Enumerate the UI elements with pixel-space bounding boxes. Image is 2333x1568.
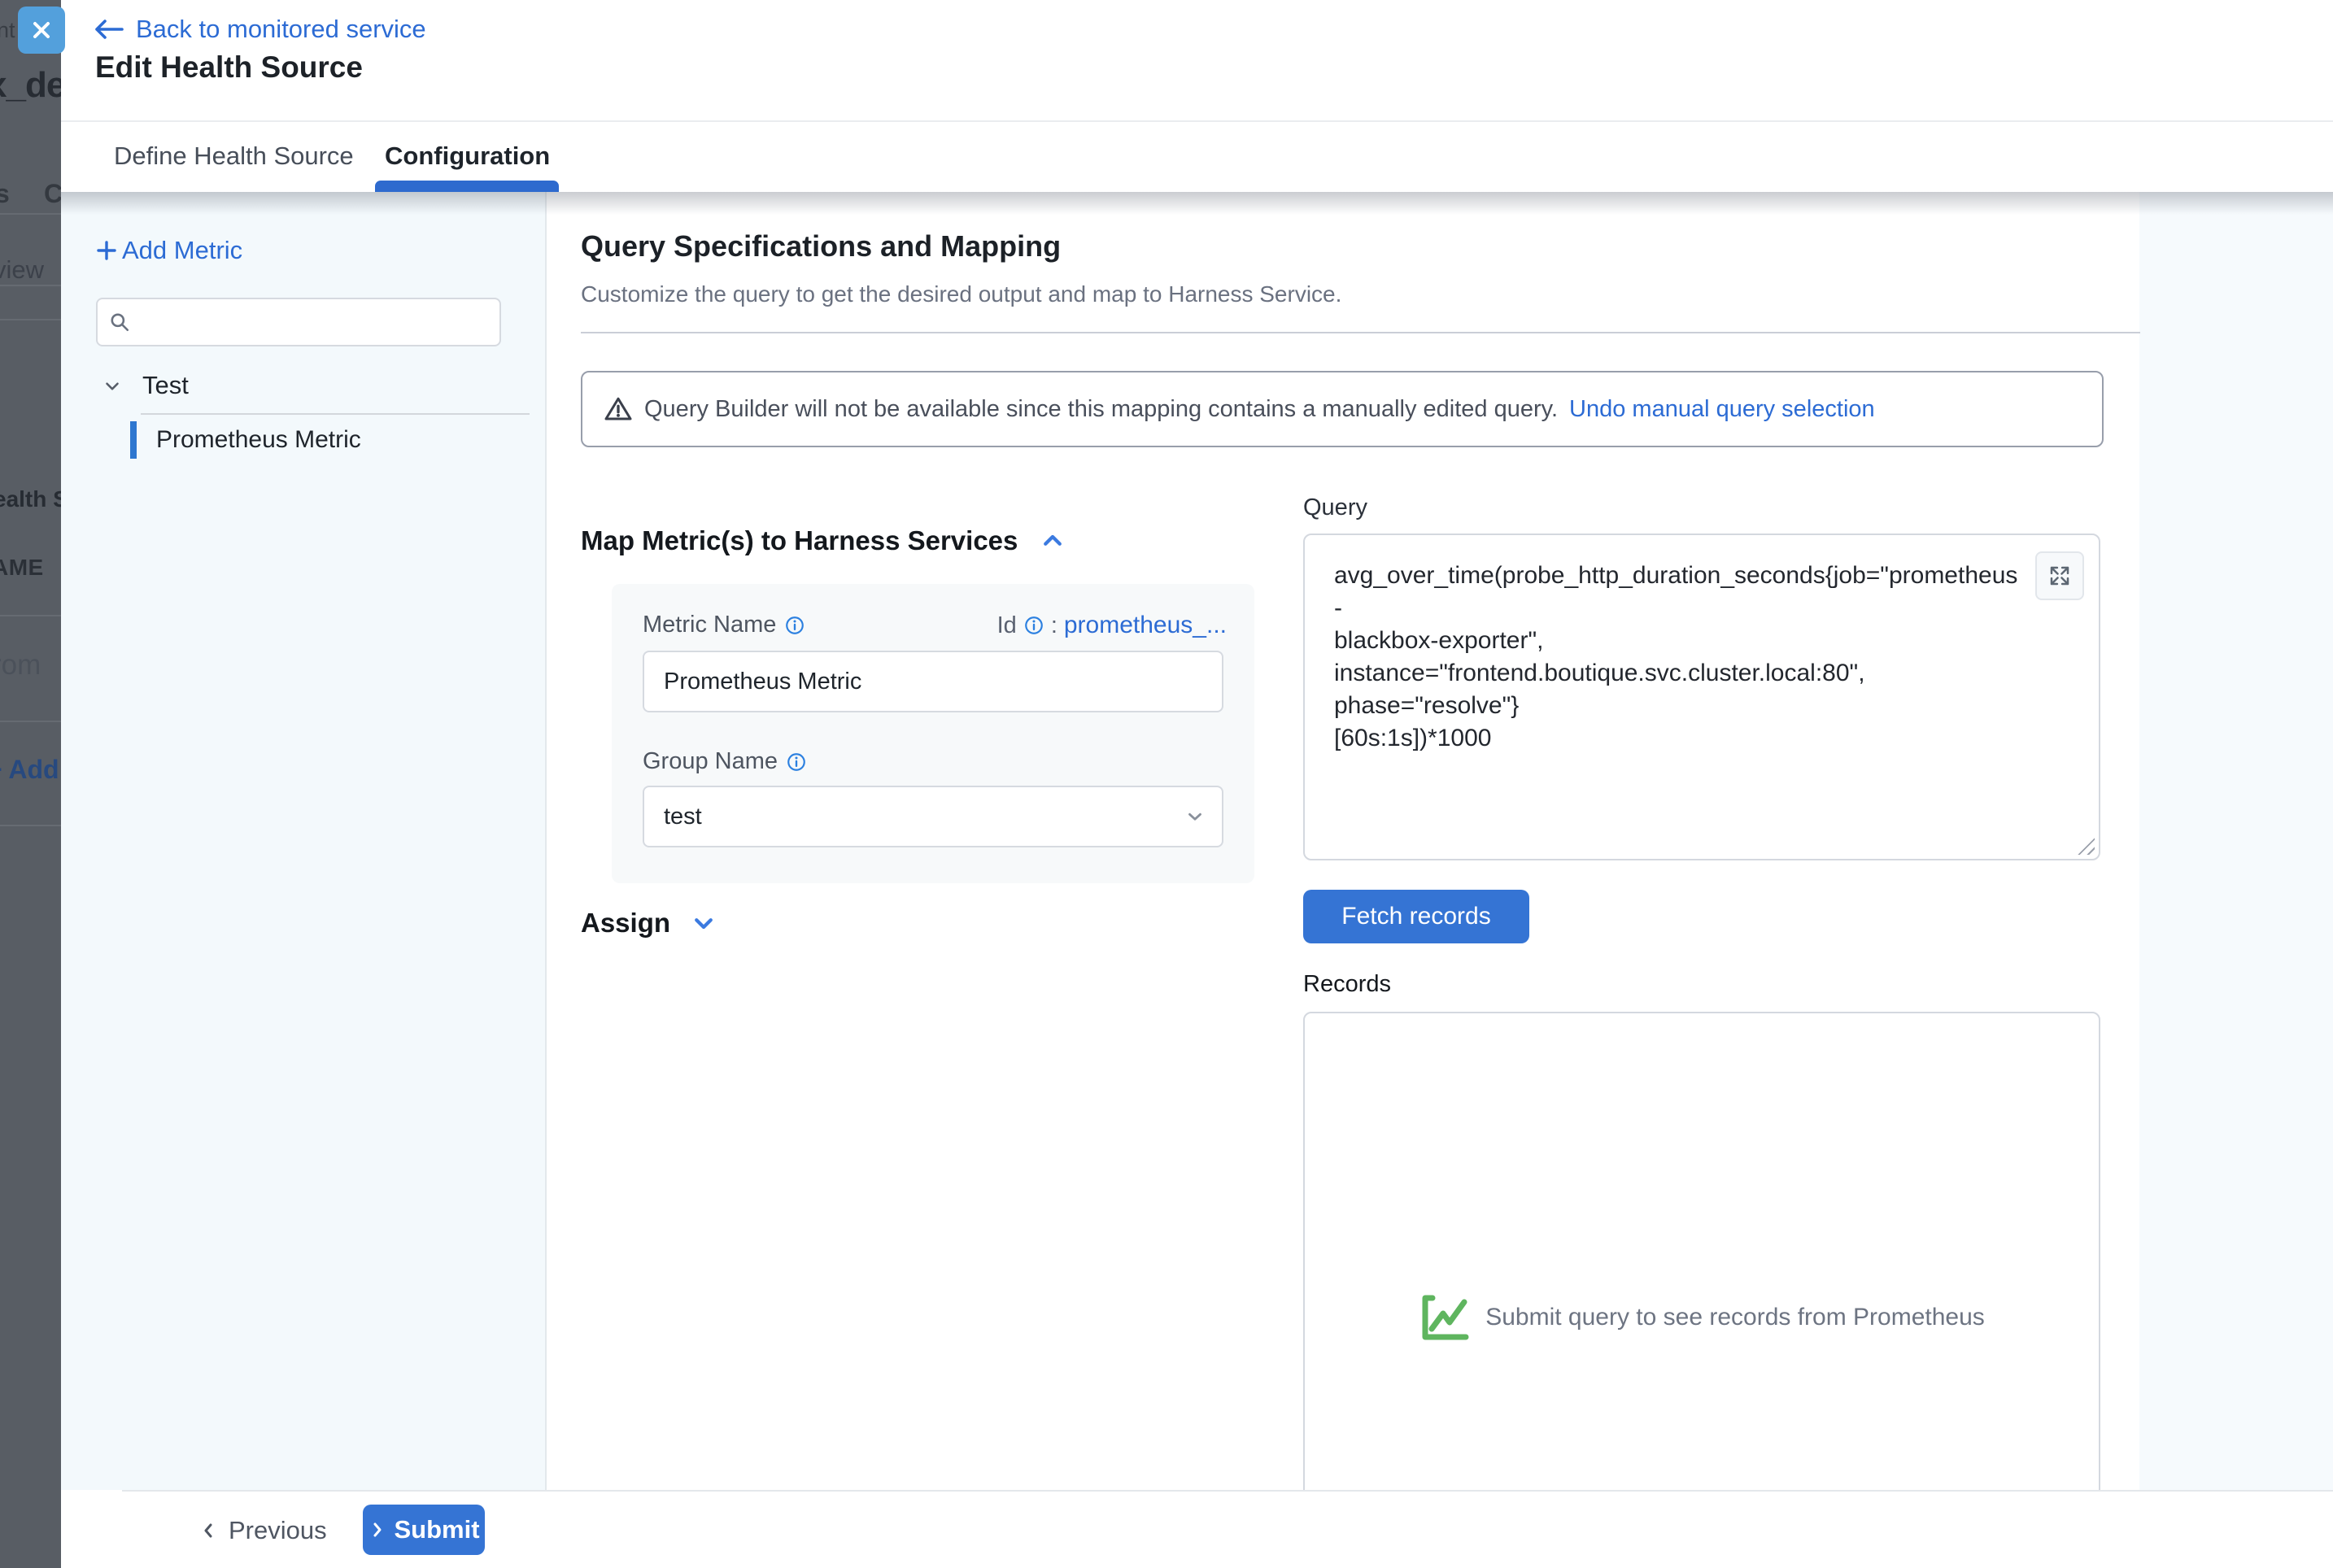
map-metrics-title: Map Metric(s) to Harness Services	[581, 525, 1018, 556]
assign-title: Assign	[581, 908, 670, 939]
dialog-footer: Previous Submit	[122, 1490, 2333, 1568]
metric-group-test[interactable]: Test	[142, 371, 189, 400]
backdrop-text-fragment: ealth S	[0, 486, 61, 512]
metric-name-label-row: Metric Name	[643, 612, 805, 638]
metric-name-label: Metric Name	[643, 612, 776, 638]
id-label: Id	[997, 612, 1017, 639]
id-separator: :	[1051, 612, 1057, 639]
search-icon	[109, 311, 130, 333]
chevron-up-icon[interactable]	[1039, 529, 1066, 553]
sidebar-item-prometheus-metric[interactable]: Prometheus Metric	[130, 421, 361, 459]
chevron-right-icon	[368, 1520, 387, 1540]
metric-search-box	[96, 298, 501, 346]
previous-button[interactable]: Previous	[199, 1492, 327, 1568]
fetch-records-button[interactable]: Fetch records	[1303, 890, 1529, 943]
assign-section-header[interactable]: Assign	[581, 908, 717, 939]
chevron-down-icon	[1184, 806, 1206, 827]
warning-icon	[604, 394, 633, 424]
backdrop-divider	[0, 319, 61, 320]
metrics-sidebar: Add Metric Test Prometheus Metric	[61, 192, 547, 1490]
group-divider	[141, 413, 530, 415]
query-builder-warning: Query Builder will not be available sinc…	[581, 371, 2104, 447]
metric-mapping-card: Metric Name Id : prometheus_..	[612, 584, 1254, 883]
edit-health-source-dialog: Back to monitored service Edit Health So…	[61, 0, 2333, 1568]
backdrop-text-fragment: AME	[0, 555, 44, 581]
metric-id-value[interactable]: prometheus_...	[1064, 612, 1227, 639]
search-input[interactable]	[138, 308, 467, 336]
backdrop-text-fragment: s	[0, 179, 10, 209]
submit-button[interactable]: Submit	[363, 1505, 485, 1555]
chevron-left-icon	[199, 1521, 219, 1540]
backdrop-text-fragment: + Add	[0, 755, 59, 785]
section-heading: Query Specifications and Mapping	[581, 229, 1061, 264]
dialog-body: Add Metric Test Prometheus Metric	[61, 192, 2333, 1490]
backdrop-text-fragment: nt	[0, 18, 15, 43]
group-name-select[interactable]: test	[643, 786, 1223, 847]
plus-icon	[96, 240, 117, 261]
records-empty-state: Submit query to see records from Prometh…	[1303, 1291, 2100, 1344]
section-subheading: Customize the query to get the desired o…	[581, 281, 1341, 307]
chevron-down-icon[interactable]	[690, 911, 717, 935]
back-arrow-icon	[92, 16, 124, 42]
backdrop-divider	[0, 721, 61, 722]
group-name-value: test	[664, 804, 702, 830]
backdrop-divider	[0, 213, 61, 215]
metric-item-label: Prometheus Metric	[156, 426, 361, 454]
backdrop-divider	[0, 285, 61, 286]
back-to-monitored-service-link[interactable]: Back to monitored service	[92, 15, 426, 44]
info-icon[interactable]	[786, 751, 807, 773]
query-label: Query	[1303, 494, 1367, 521]
metric-name-input[interactable]	[643, 651, 1223, 712]
expand-icon	[2047, 564, 2072, 588]
page-title: Edit Health Source	[95, 50, 363, 85]
chevron-down-icon[interactable]	[102, 376, 123, 397]
right-gutter	[2139, 192, 2333, 1490]
resize-handle[interactable]	[2074, 834, 2095, 855]
info-icon[interactable]	[784, 615, 805, 636]
records-empty-text: Submit query to see records from Prometh…	[1485, 1304, 1985, 1331]
edit-health-source-screen: nt x_dev s C view ealth S AME rom + Add …	[0, 0, 2333, 1568]
line-chart-icon	[1419, 1291, 1471, 1344]
previous-label: Previous	[229, 1516, 327, 1545]
records-label: Records	[1303, 971, 1391, 998]
query-editor[interactable]: avg_over_time(probe_http_duration_second…	[1303, 534, 2100, 860]
info-icon[interactable]	[1023, 615, 1044, 636]
page-backdrop: nt x_dev s C view ealth S AME rom + Add	[0, 0, 61, 1568]
expand-query-button[interactable]	[2035, 551, 2084, 600]
section-divider	[581, 332, 2140, 333]
close-button[interactable]	[18, 7, 65, 54]
tab-define-health-source[interactable]: Define Health Source	[114, 122, 354, 190]
undo-manual-query-link[interactable]: Undo manual query selection	[1569, 396, 1875, 423]
active-tab-underline	[375, 181, 559, 192]
back-link-label: Back to monitored service	[136, 15, 426, 44]
backdrop-text-fragment: C	[44, 179, 61, 209]
query-text[interactable]: avg_over_time(probe_http_duration_second…	[1334, 560, 2022, 755]
submit-label: Submit	[394, 1515, 479, 1544]
backdrop-divider	[0, 615, 61, 616]
metric-id-row: Id : prometheus_...	[997, 612, 1227, 639]
map-metrics-section-header[interactable]: Map Metric(s) to Harness Services	[581, 525, 1066, 556]
close-icon	[31, 20, 52, 41]
backdrop-text-fragment: rom	[0, 649, 41, 682]
add-metric-button[interactable]: Add Metric	[96, 236, 242, 265]
add-metric-label: Add Metric	[122, 236, 242, 265]
warning-text: Query Builder will not be available sinc…	[644, 396, 1558, 423]
backdrop-divider	[0, 825, 61, 826]
backdrop-text-fragment: view	[0, 255, 44, 285]
selected-indicator	[130, 421, 137, 459]
backdrop-text-fragment: x_dev	[0, 65, 61, 106]
records-panel	[1303, 1012, 2100, 1490]
group-name-label: Group Name	[643, 748, 778, 775]
group-name-label-row: Group Name	[643, 748, 807, 775]
